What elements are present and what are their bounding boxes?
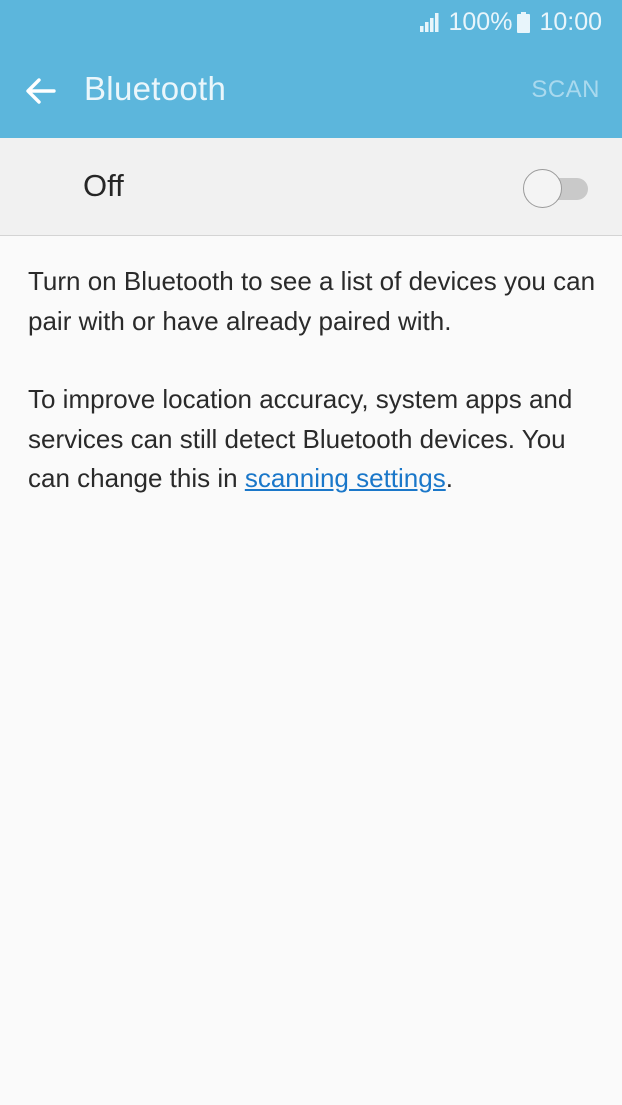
bluetooth-master-switch-row[interactable]: Off [0,138,622,236]
arrow-left-icon [26,78,56,104]
signal-icon [420,13,439,32]
back-button[interactable] [18,70,64,112]
scanning-text-suffix: . [445,463,453,493]
page-title: Bluetooth [84,70,227,107]
battery-icon [517,11,531,33]
bluetooth-toggle[interactable] [522,168,590,208]
battery-percent: 100% [448,7,513,36]
status-bar: 100% 10:00 [0,0,622,44]
description-paragraph: Turn on Bluetooth to see a list of devic… [28,266,596,336]
switch-state-label: Off [83,168,124,203]
app-bar: Bluetooth SCAN [0,44,622,138]
description: Turn on Bluetooth to see a list of devic… [28,262,598,499]
scan-button[interactable]: SCAN [531,76,600,104]
location-scanning-paragraph: To improve location accuracy, system app… [28,380,598,499]
header: 100% 10:00 Bluetooth SCAN [0,0,622,138]
status-time: 10:00 [539,7,602,36]
scanning-settings-link[interactable]: scanning settings [245,463,446,493]
toggle-thumb [523,169,562,208]
bluetooth-settings-screen: 100% 10:00 Bluetooth SCAN Off Turn on Bl… [0,0,622,1105]
